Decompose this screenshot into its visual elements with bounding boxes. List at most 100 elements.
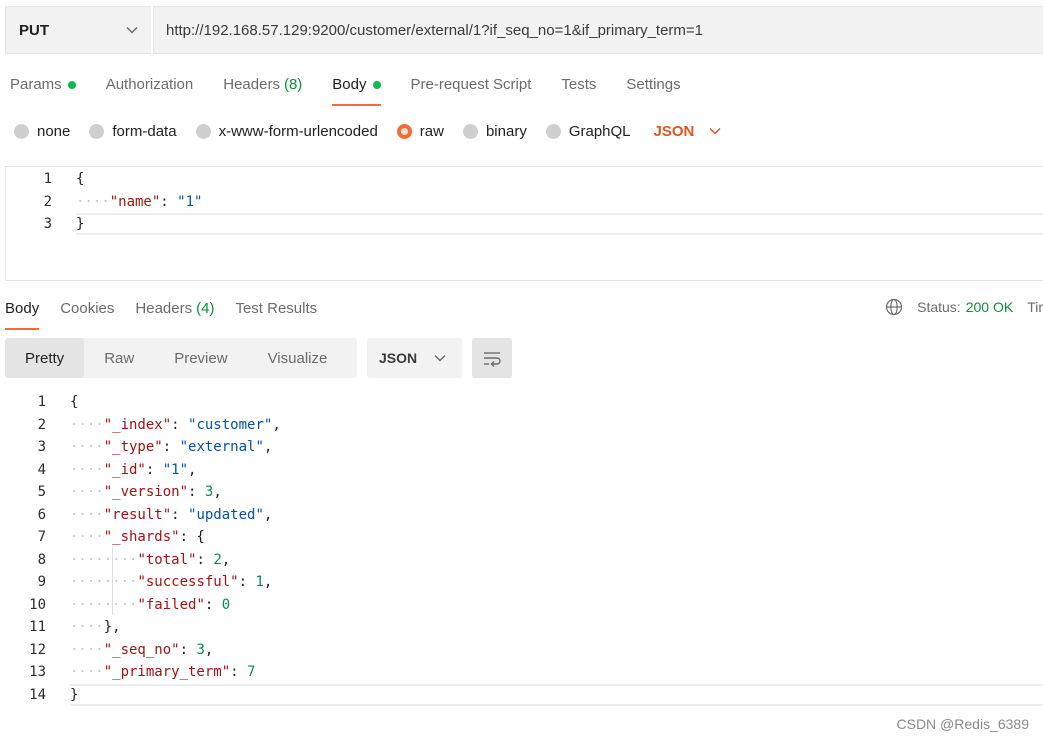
url-input[interactable]: http://192.168.57.129:9200/customer/exte…: [153, 6, 1043, 54]
code-text: ········"failed": 0: [70, 597, 230, 613]
line-number: 13: [29, 664, 46, 680]
time-label: Tir: [1027, 299, 1043, 315]
code-line: 7 ····"_shards": {: [0, 526, 205, 548]
method-select[interactable]: PUT: [5, 6, 151, 54]
radio-none[interactable]: none: [14, 123, 70, 140]
token-key: "_primary_term": [103, 664, 231, 680]
token-key: "successful": [137, 574, 239, 590]
status-label: Status:: [917, 299, 961, 315]
code-text: {: [70, 394, 78, 410]
token-key: "_index": [103, 416, 172, 433]
token-key: "result": [103, 506, 172, 523]
token-pun: {: [76, 171, 85, 187]
tab-params[interactable]: Params: [10, 72, 76, 106]
response-tab-body[interactable]: Body: [5, 296, 40, 330]
code-line: 3}: [6, 213, 85, 235]
token-key: "_type": [103, 439, 163, 455]
radio-form-data[interactable]: form-data: [89, 123, 177, 140]
view-mode-visualize[interactable]: Visualize: [248, 338, 348, 378]
code-line: 1{: [6, 168, 85, 190]
token-dots: ········: [70, 596, 138, 613]
code-line: 14}: [0, 684, 78, 706]
line-number: 3: [37, 439, 46, 455]
tab-headers[interactable]: Headers (8): [223, 72, 302, 106]
response-status: Status: 200 OK Tir: [885, 298, 1043, 316]
token-dots: ····: [70, 484, 104, 500]
tab-label: Settings: [626, 76, 681, 93]
chevron-down-icon: [709, 127, 721, 135]
token-num: 2: [213, 551, 222, 568]
token-key: "_shards": [103, 529, 180, 545]
code-line: 2 ····"name": "1": [6, 191, 203, 213]
token-pun: :: [171, 506, 189, 523]
radio-raw[interactable]: raw: [396, 122, 444, 140]
token-num: 7: [247, 664, 256, 680]
token-pun: :: [179, 641, 197, 658]
tab-settings[interactable]: Settings: [626, 72, 680, 106]
response-tab-cookies[interactable]: Cookies: [60, 296, 114, 330]
code-text: ····"name": "1": [76, 194, 202, 210]
tab-count: (4): [196, 300, 215, 317]
token-pun: :: [230, 664, 248, 680]
code-text: ····},: [70, 619, 121, 635]
radio-graphql[interactable]: GraphQL: [545, 123, 631, 140]
token-dots: ····: [76, 193, 110, 210]
radio-circle: [195, 123, 211, 139]
view-mode-pretty[interactable]: Pretty: [5, 338, 85, 378]
code-line: 13 ····"_primary_term": 7: [0, 661, 255, 683]
line-number: 2: [43, 193, 52, 210]
radio-x-www-form-urlencoded[interactable]: x-www-form-urlencoded: [195, 123, 378, 140]
response-body-viewer[interactable]: 1{ 2 ···· "_index": "customer", 3 ···· "_type"…: [0, 390, 1043, 710]
wrap-lines-button[interactable]: [472, 338, 512, 378]
code-text: ····"_shards": {: [70, 529, 205, 545]
request-body-editor[interactable]: 1{ 2 ····"name": "1" 3}: [5, 166, 1043, 281]
token-pun: :: [238, 574, 256, 590]
tab-body[interactable]: Body: [332, 72, 381, 106]
view-mode-raw[interactable]: Raw: [84, 338, 154, 378]
chevron-down-icon: [126, 26, 138, 34]
tab-tests[interactable]: Tests: [561, 72, 596, 106]
token-pun: :: [162, 439, 180, 455]
response-tab-test-results[interactable]: Test Results: [235, 296, 317, 330]
token-dots: ····: [70, 506, 104, 523]
code-line: 9 ········"successful": 1,: [0, 571, 273, 593]
view-mode-preview[interactable]: Preview: [154, 338, 247, 378]
code-line: 10 ········"failed": 0: [0, 594, 230, 616]
globe-icon[interactable]: [885, 298, 903, 316]
code-line: 1{: [0, 391, 79, 413]
radio-binary[interactable]: binary: [462, 123, 527, 140]
tab-label: Params: [10, 76, 62, 93]
tab-authorization[interactable]: Authorization: [106, 72, 194, 106]
token-str: "updated": [188, 506, 264, 523]
radio-circle: [545, 123, 561, 139]
indicator-dot: [67, 81, 76, 89]
line-number: 12: [29, 641, 46, 658]
radio-label: raw: [419, 122, 444, 140]
token-pun: ,: [213, 484, 222, 500]
token-pun: : {: [179, 529, 205, 545]
body-language-select[interactable]: JSON: [654, 123, 723, 140]
token-str: "1": [177, 193, 203, 210]
token-dots: ····: [70, 641, 104, 658]
tab-pre-request-script[interactable]: Pre-request Script: [411, 72, 532, 106]
tab-label: Body: [5, 300, 40, 317]
line-number: 3: [43, 216, 52, 232]
token-pun: :: [160, 193, 178, 210]
token-pun: ,: [263, 439, 273, 455]
line-number: 9: [37, 574, 46, 590]
line-number: 11: [29, 619, 46, 635]
tab-label: Tests: [561, 76, 597, 93]
radio-circle: [396, 123, 412, 139]
response-tab-headers[interactable]: Headers (4): [135, 296, 214, 330]
token-key: "failed": [137, 596, 205, 613]
token-str: "customer": [188, 416, 273, 433]
view-mode-tabs: Pretty Raw Preview Visualize: [5, 338, 357, 378]
code-line: 6 ····"result": "updated",: [0, 504, 273, 526]
request-bar: PUT http://192.168.57.129:9200/customer/…: [5, 6, 1043, 54]
token-pun: {: [70, 394, 79, 410]
code-text: ········"successful": 1,: [70, 574, 272, 590]
tab-label: Pre-request Script: [410, 76, 532, 93]
response-format-select[interactable]: JSON: [367, 338, 462, 378]
token-pun: :: [188, 484, 205, 500]
line-number: 8: [37, 551, 46, 568]
